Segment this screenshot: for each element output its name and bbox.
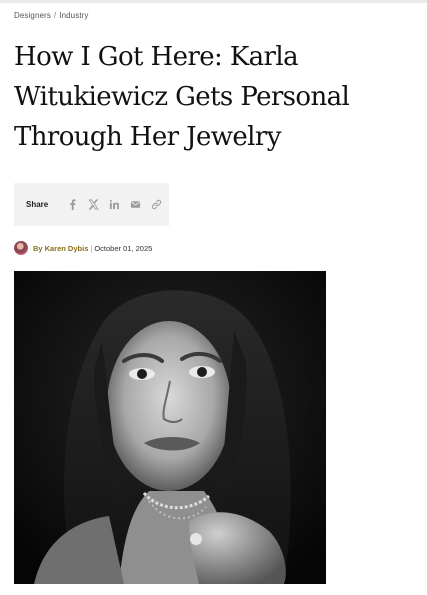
- article-title: How I Got Here: Karla Witukiewicz Gets P…: [14, 42, 350, 152]
- x-icon[interactable]: [87, 198, 100, 211]
- linkedin-icon[interactable]: [108, 198, 121, 211]
- byline-prefix: By: [33, 243, 43, 253]
- publish-date: October 01, 2025: [94, 243, 153, 253]
- breadcrumb-link-designers[interactable]: Designers: [14, 11, 51, 20]
- facebook-icon[interactable]: [66, 198, 79, 211]
- avatar: [14, 241, 28, 255]
- breadcrumb: Designers / Industry: [14, 11, 89, 20]
- byline: By Karen Dybis | October 01, 2025: [14, 241, 152, 255]
- hero-photo: [14, 271, 326, 584]
- breadcrumb-link-industry[interactable]: Industry: [59, 11, 88, 20]
- link-icon[interactable]: [150, 198, 163, 211]
- share-label: Share: [26, 200, 49, 209]
- breadcrumb-separator: /: [53, 11, 57, 20]
- share-bar: Share: [14, 183, 169, 226]
- author-link[interactable]: Karen Dybis: [45, 244, 89, 253]
- top-edge: [0, 0, 427, 3]
- byline-divider: |: [90, 243, 93, 253]
- mail-icon[interactable]: [129, 198, 142, 211]
